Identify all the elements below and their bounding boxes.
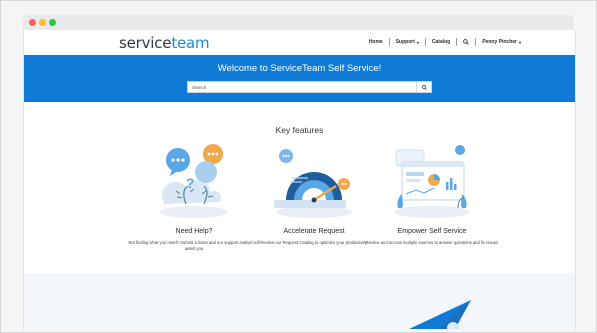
search-input[interactable] <box>188 82 416 92</box>
chevron-down-icon: ▾ <box>416 39 419 45</box>
key-features-heading: Key features <box>275 125 324 135</box>
nav-catalog-link[interactable]: Catalog <box>426 39 456 45</box>
browser-frame: serviceteam Home Support ▾ Catalog Penny… <box>0 0 597 333</box>
close-window-button[interactable] <box>29 19 36 26</box>
search-icon <box>463 39 469 45</box>
feature-title: Need Help? <box>175 228 213 235</box>
nav-home-link[interactable]: Home <box>363 39 389 45</box>
user-menu[interactable]: Penny Pincher ▾ <box>476 39 527 45</box>
logo-text-service: service <box>119 34 172 52</box>
nav-links: Home Support ▾ Catalog Penny Pincher ▾ <box>363 38 527 46</box>
chevron-down-icon: ▾ <box>518 39 521 45</box>
feature-description: Review and access multiple sources to an… <box>365 240 499 245</box>
paper-plane-icon <box>409 300 471 329</box>
window-titlebar <box>23 15 574 30</box>
top-navigation: serviceteam Home Support ▾ Catalog Penny… <box>24 30 575 55</box>
dashboard-icon <box>394 145 470 218</box>
lower-section <box>24 273 575 329</box>
portal-page: serviceteam Home Support ▾ Catalog Penny… <box>23 30 576 329</box>
chat-bubbles-icon: ? <box>160 144 228 218</box>
feature-description: Not finding what you need? Submit a tick… <box>128 240 260 252</box>
hero-banner: Welcome to ServiceTeam Self Service! <box>24 55 575 102</box>
user-name: Penny Pincher <box>482 39 517 45</box>
logo-text-team: team <box>171 34 210 52</box>
feature-title: Empower Self Service <box>397 228 467 235</box>
search-icon <box>421 84 427 90</box>
hero-title: Welcome to ServiceTeam Self Service! <box>217 63 382 74</box>
serviceteam-logo[interactable]: serviceteam <box>119 34 210 52</box>
nav-search-button[interactable] <box>457 39 475 45</box>
svg-text:?: ? <box>186 175 195 191</box>
search-submit-button[interactable] <box>416 82 431 92</box>
search-bar <box>187 81 432 93</box>
nav-support-menu[interactable]: Support ▾ <box>390 39 425 45</box>
minimize-window-button[interactable] <box>39 19 46 26</box>
nav-support-label: Support <box>395 39 415 45</box>
maximize-window-button[interactable] <box>49 19 56 26</box>
